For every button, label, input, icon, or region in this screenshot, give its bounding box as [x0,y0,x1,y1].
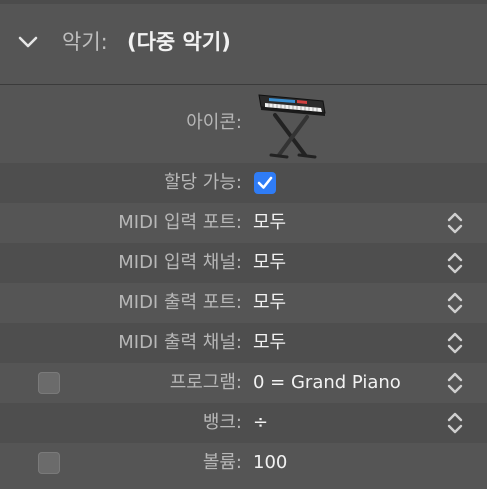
midi-out-port-stepper-icon[interactable] [445,290,465,316]
midi-out-channel-label: MIDI 출력 채널: [118,332,242,353]
header-divider [0,0,487,4]
midi-in-port-label: MIDI 입력 포트: [118,212,242,233]
inspector-header[interactable]: 악기: (다중 악기) [0,0,487,85]
header-label: 악기: [62,30,108,54]
assignable-row: 할당 가능: [0,163,487,203]
bank-label: 뱅크: [202,412,242,433]
midi-in-channel-value[interactable]: 모두 [253,251,286,275]
header-value: (다중 악기) [127,30,231,54]
assignable-checkbox[interactable] [254,172,276,194]
program-row: 프로그램: 0 = Grand Piano [0,363,487,403]
volume-row: 볼륨: 100 [0,443,487,489]
volume-label: 볼륨: [202,452,242,473]
keyboard-synth-icon[interactable] [255,89,329,161]
program-enable-checkbox[interactable] [38,372,60,394]
bank-stepper-icon[interactable] [445,410,465,436]
midi-in-channel-label: MIDI 입력 채널: [118,252,242,273]
midi-in-port-stepper-icon[interactable] [445,210,465,236]
assignable-label: 할당 가능: [163,172,242,193]
checkmark-icon [257,176,273,189]
bank-row: 뱅크: ÷ [0,403,487,443]
midi-out-channel-row: MIDI 출력 채널: 모두 [0,323,487,363]
midi-in-channel-row: MIDI 입력 채널: 모두 [0,243,487,283]
program-stepper-icon[interactable] [445,370,465,396]
instrument-inspector-panel: 악기: (다중 악기) 아이콘: 할당 가능: MIDI 입력 포트: 모두 M… [0,0,487,489]
icon-row: 아이콘: [0,85,487,163]
midi-in-port-value[interactable]: 모두 [253,211,286,235]
midi-out-channel-stepper-icon[interactable] [445,330,465,356]
midi-out-channel-value[interactable]: 모두 [253,331,286,355]
midi-out-port-value[interactable]: 모두 [253,291,286,315]
bank-value[interactable]: ÷ [253,411,268,435]
volume-value[interactable]: 100 [253,451,287,475]
midi-in-port-row: MIDI 입력 포트: 모두 [0,203,487,243]
chevron-down-icon[interactable] [17,31,39,53]
midi-out-port-row: MIDI 출력 포트: 모두 [0,283,487,323]
program-label: 프로그램: [169,372,242,393]
volume-enable-checkbox[interactable] [38,452,60,474]
program-value[interactable]: 0 = Grand Piano [253,371,401,395]
midi-in-channel-stepper-icon[interactable] [445,250,465,276]
icon-label: 아이콘: [186,112,242,133]
midi-out-port-label: MIDI 출력 포트: [118,292,242,313]
